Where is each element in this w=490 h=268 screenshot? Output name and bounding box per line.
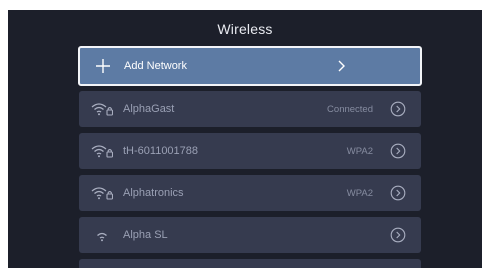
chevron-circle-icon[interactable] — [390, 143, 406, 159]
network-name: Alpha SL — [123, 229, 168, 241]
network-name: tH-6011001788 — [123, 145, 199, 157]
chevron-circle-icon[interactable] — [390, 185, 406, 201]
network-item-th-6011001788[interactable]: tH-6011001788 WPA2 — [79, 133, 421, 169]
network-item-alphatronics[interactable]: Alphatronics WPA2 — [79, 175, 421, 211]
network-item-partial[interactable] — [79, 259, 421, 268]
network-name: Alphatronics — [123, 187, 184, 199]
plus-icon — [92, 57, 114, 75]
wifi-lock-icon — [91, 100, 113, 118]
network-status: Connected — [327, 103, 373, 115]
wireless-screen: Wireless Add Network AlphaGast Connected… — [8, 10, 482, 268]
wifi-icon — [91, 226, 113, 244]
network-list: Add Network AlphaGast Connected tH-60110… — [78, 46, 422, 268]
chevron-circle-icon[interactable] — [390, 227, 406, 243]
add-network-label: Add Network — [124, 60, 187, 72]
network-name: AlphaGast — [123, 103, 175, 115]
wifi-lock-icon — [91, 184, 113, 202]
network-status: WPA2 — [346, 145, 373, 157]
add-network-button[interactable]: Add Network — [78, 46, 422, 86]
network-item-alpha-sl[interactable]: Alpha SL — [79, 217, 421, 253]
network-item-alphagast[interactable]: AlphaGast Connected — [79, 91, 421, 127]
chevron-circle-icon[interactable] — [390, 101, 406, 117]
page-title: Wireless — [217, 21, 273, 37]
chevron-right-icon — [338, 60, 345, 72]
wifi-lock-icon — [91, 142, 113, 160]
network-status: WPA2 — [346, 187, 373, 199]
